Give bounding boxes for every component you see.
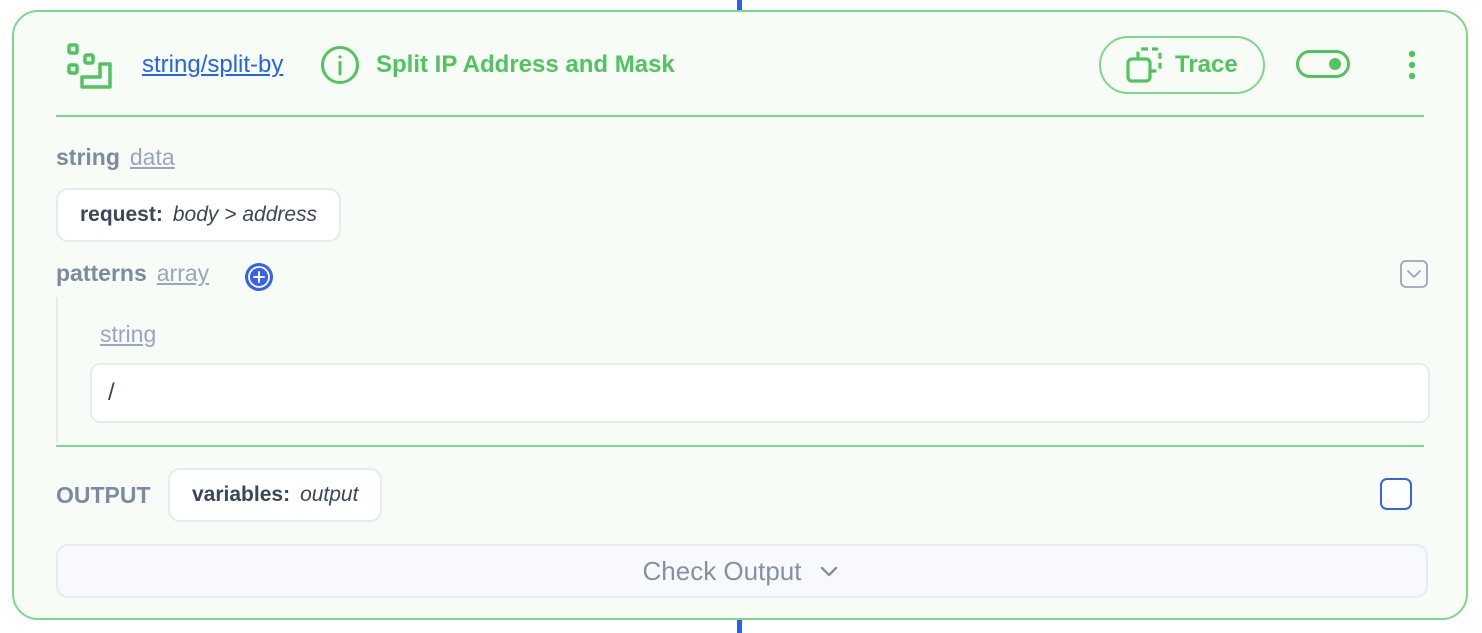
patterns-array-block: string: [56, 297, 1430, 443]
enable-toggle[interactable]: [1296, 50, 1350, 78]
flow-steps-icon: [67, 43, 112, 89]
trace-button[interactable]: Trace: [1099, 36, 1265, 94]
output-variable-chip[interactable]: variables: output: [168, 468, 383, 522]
string-source-chip[interactable]: request: body > address: [56, 188, 342, 242]
plus-circle-icon[interactable]: [244, 262, 274, 292]
param-type-link[interactable]: array: [157, 260, 209, 286]
param-string-label: string data: [56, 144, 175, 171]
info-circle-icon[interactable]: [320, 45, 360, 85]
copy-dashed-icon: [1126, 47, 1162, 83]
chip-key: variables:: [192, 483, 291, 506]
output-checkbox[interactable]: [1380, 478, 1412, 510]
node-header: string/split-by Split IP Address and Mas…: [56, 36, 1424, 96]
connector-line-top: [737, 0, 742, 10]
param-name: string: [56, 144, 120, 170]
toggle-knob: [1329, 58, 1341, 70]
node-title: Split IP Address and Mask: [376, 51, 675, 78]
check-output-button[interactable]: Check Output: [56, 544, 1428, 598]
chip-value: body > address: [172, 203, 318, 226]
function-link[interactable]: string/split-by: [142, 51, 283, 79]
param-patterns-label: patterns array: [56, 260, 209, 287]
chip-value: output: [300, 483, 359, 506]
vertical-dots-icon[interactable]: [1402, 48, 1422, 82]
check-output-label: Check Output: [642, 555, 802, 586]
param-type-link[interactable]: data: [130, 144, 175, 170]
header-divider: [56, 115, 1424, 117]
array-item-type-link[interactable]: string: [100, 321, 156, 348]
output-label: OUTPUT: [56, 482, 151, 508]
node-card: string/split-by Split IP Address and Mas…: [12, 10, 1468, 620]
connector-line-bottom: [737, 620, 742, 633]
trace-label: Trace: [1175, 51, 1238, 78]
chevron-down-icon: [821, 566, 838, 577]
param-name: patterns: [56, 260, 147, 286]
pattern-input[interactable]: [90, 363, 1430, 423]
output-divider: [56, 445, 1424, 447]
chip-key: request:: [80, 203, 163, 226]
chevron-down-square-icon[interactable]: [1400, 260, 1428, 288]
